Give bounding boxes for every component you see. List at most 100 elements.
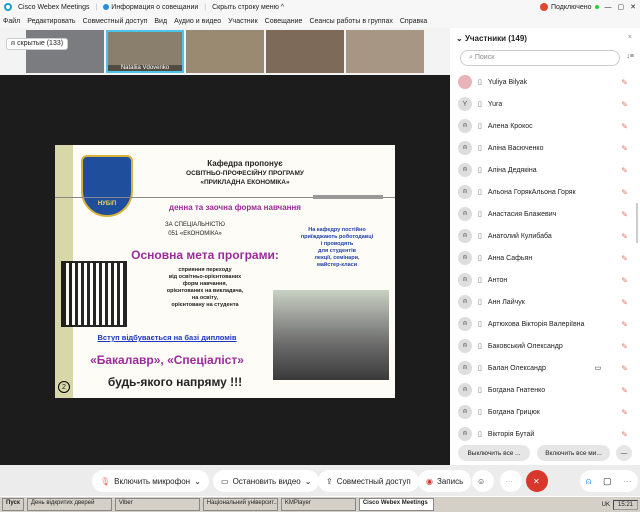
menu-file[interactable]: Файл xyxy=(3,18,20,25)
more-options-button[interactable]: — xyxy=(616,445,632,461)
taskbar-item[interactable]: Національний університ... xyxy=(202,498,278,511)
device-icon: ▯ xyxy=(478,343,482,350)
camera-icon: ▭ xyxy=(221,476,229,486)
participant-row[interactable]: ⍝ ▯ Анастасия Блажевич ✎ xyxy=(458,204,628,224)
video-thumbnail[interactable] xyxy=(186,30,264,73)
maximize-button[interactable]: ▢ xyxy=(618,3,625,11)
participant-name: Аліна Дедякіна xyxy=(487,166,537,174)
mic-muted-icon[interactable]: ✎ xyxy=(621,342,628,351)
end-meeting-button[interactable]: ✕ xyxy=(526,470,548,492)
share-button[interactable]: ⇪ Совместный доступ xyxy=(318,470,419,492)
slide-text: будь-якого напряму !!! xyxy=(107,375,243,389)
meeting-info-button[interactable]: Информация о совещании xyxy=(103,4,198,11)
menu-breakout[interactable]: Сеансы работы в группах xyxy=(309,18,392,25)
menu-help[interactable]: Справка xyxy=(400,18,427,25)
video-thumbnail-active[interactable]: Nataliia Vdovenko xyxy=(106,30,184,73)
participant-row[interactable]: ⍝ ▯ Анна Сафьян ✎ xyxy=(458,248,628,268)
participant-row[interactable]: ⍝ ▯ Анатолий Кулибаба ✎ xyxy=(458,226,628,246)
mic-button[interactable]: 🎙 Включить микрофон ⌄ xyxy=(92,470,209,492)
video-thumbnail[interactable] xyxy=(346,30,424,73)
close-panel-icon[interactable]: × xyxy=(628,34,632,41)
participant-row[interactable]: ⍝ ▯ Богдана Грицюк ✎ xyxy=(458,402,628,422)
participants-header[interactable]: ⌄ Участники (149) xyxy=(456,34,527,43)
taskbar: Пуск День відкритих дверей Viber Націона… xyxy=(0,496,640,512)
menu-participant[interactable]: Участник xyxy=(228,18,258,25)
menu-view[interactable]: Вид xyxy=(154,18,167,25)
mic-muted-icon[interactable]: ✎ xyxy=(621,386,628,395)
participant-row[interactable]: Y ▯ Yura ✎ xyxy=(458,94,628,114)
more-button[interactable]: ··· xyxy=(500,470,522,492)
mic-muted-icon[interactable]: ✎ xyxy=(621,276,628,285)
participant-row[interactable]: ⍝ ▯ Альона ГорякАльона Горяк ✎ xyxy=(458,182,628,202)
minimize-button[interactable]: — xyxy=(605,4,612,11)
more-icon: ··· xyxy=(623,476,633,486)
video-button[interactable]: ▭ Остановить видео ⌄ xyxy=(213,470,320,492)
mic-muted-icon[interactable]: ✎ xyxy=(621,144,628,153)
mic-muted-icon[interactable]: ✎ xyxy=(621,122,628,131)
sort-icon[interactable]: ↓≡ xyxy=(626,53,634,60)
close-button[interactable]: ✕ xyxy=(630,3,636,11)
slide-text: 051 «ЕКОНОМІКА» xyxy=(168,231,222,237)
participant-row[interactable]: ⍝ ▯ Аліна Васюченко ✎ xyxy=(458,138,628,158)
avatar: ⍝ xyxy=(458,295,472,309)
mic-muted-icon[interactable]: ✎ xyxy=(621,430,628,439)
mic-muted-icon[interactable]: ✎ xyxy=(621,78,628,87)
participant-row[interactable]: ⍝ ▯ Балан Олександр ▭ ✎ xyxy=(458,358,628,378)
language-indicator[interactable]: UK xyxy=(602,502,610,508)
avatar: ⍝ xyxy=(458,119,472,133)
hide-menu-button[interactable]: Скрыть строку меню ^ xyxy=(212,4,284,11)
avatar: ⍝ xyxy=(458,317,472,331)
start-button[interactable]: Пуск xyxy=(2,498,24,511)
device-icon: ▯ xyxy=(478,255,482,262)
chevron-down-icon: ⌄ xyxy=(304,476,312,486)
record-button[interactable]: ◉ Запись xyxy=(418,470,472,492)
device-icon: ▯ xyxy=(478,101,482,108)
mic-muted-icon[interactable]: ✎ xyxy=(621,364,628,373)
video-thumbnail[interactable] xyxy=(266,30,344,73)
mic-muted-icon[interactable]: ✎ xyxy=(621,408,628,417)
participant-row[interactable]: ⍝ ▯ Анн Лайчук ✎ xyxy=(458,292,628,312)
taskbar-item[interactable]: Viber xyxy=(114,498,200,511)
participant-row[interactable]: ⍝ ▯ Алена Крокос ✎ xyxy=(458,116,628,136)
hidden-participants-button[interactable]: ⍝ скрытые (133) xyxy=(6,38,69,50)
participant-row[interactable]: ⍝ ▯ Антон ✎ xyxy=(458,270,628,290)
taskbar-item[interactable]: День відкритих дверей xyxy=(26,498,112,511)
mic-muted-icon[interactable]: ✎ xyxy=(621,232,628,241)
menu-share[interactable]: Совместный доступ xyxy=(83,18,148,25)
participant-name: Богдана Грицюк xyxy=(487,408,540,416)
menu-edit[interactable]: Редактировать xyxy=(27,18,75,25)
slide-page-number: 2 xyxy=(58,381,70,393)
participant-row[interactable]: ⍝ ▯ Вікторія Бутай ✎ xyxy=(458,424,628,444)
participants-icon: ⍝ xyxy=(585,475,592,486)
taskbar-item[interactable]: KMPlayer xyxy=(280,498,356,511)
unmute-all-button[interactable]: Включить все ми... xyxy=(537,445,610,461)
participant-row[interactable]: ⍝ ▯ Аліна Дедякіна ✎ xyxy=(458,160,628,180)
avatar: ⍝ xyxy=(458,141,472,155)
mic-muted-icon[interactable]: ✎ xyxy=(621,188,628,197)
video-thumbnail[interactable] xyxy=(26,30,104,73)
menu-meeting[interactable]: Совещание xyxy=(265,18,303,25)
participant-row[interactable]: ▯ Yuliya Bilyak ✎ xyxy=(458,72,628,92)
clock: 15:21 xyxy=(612,499,638,510)
mic-muted-icon[interactable]: ✎ xyxy=(621,100,628,109)
participant-row[interactable]: ⍝ ▯ Баковський Олександр ✎ xyxy=(458,336,628,356)
mic-muted-icon[interactable]: ✎ xyxy=(621,298,628,307)
participant-row[interactable]: ⍝ ▯ Артюхова Вікторія Валеріївна ✎ xyxy=(458,314,628,334)
participant-row[interactable]: ⍝ ▯ Богдана Гнатенко ✎ xyxy=(458,380,628,400)
reactions-button[interactable]: ☺ xyxy=(472,470,494,492)
participant-name: Yura xyxy=(487,100,503,108)
scrollbar[interactable] xyxy=(636,203,638,243)
video-on-icon: ▭ xyxy=(594,365,602,372)
mic-muted-icon[interactable]: ✎ xyxy=(621,320,628,329)
mic-muted-icon[interactable]: ✎ xyxy=(621,254,628,263)
share-icon: ⇪ xyxy=(326,476,333,486)
slide-text: «ПРИКЛАДНА ЕКОНОМІКА» xyxy=(200,179,290,186)
taskbar-item-active[interactable]: Cisco Webex Meetings xyxy=(358,498,434,511)
mute-all-button[interactable]: Выключить все ... xyxy=(458,445,530,461)
group-photo xyxy=(273,290,389,380)
menu-audio-video[interactable]: Аудио и видео xyxy=(174,18,221,25)
search-input[interactable]: ⌕ Поиск xyxy=(460,50,620,66)
mic-muted-icon[interactable]: ✎ xyxy=(621,210,628,219)
participants-toggle-button[interactable]: ⍝ ▢ ··· xyxy=(580,470,638,492)
mic-muted-icon[interactable]: ✎ xyxy=(621,166,628,175)
